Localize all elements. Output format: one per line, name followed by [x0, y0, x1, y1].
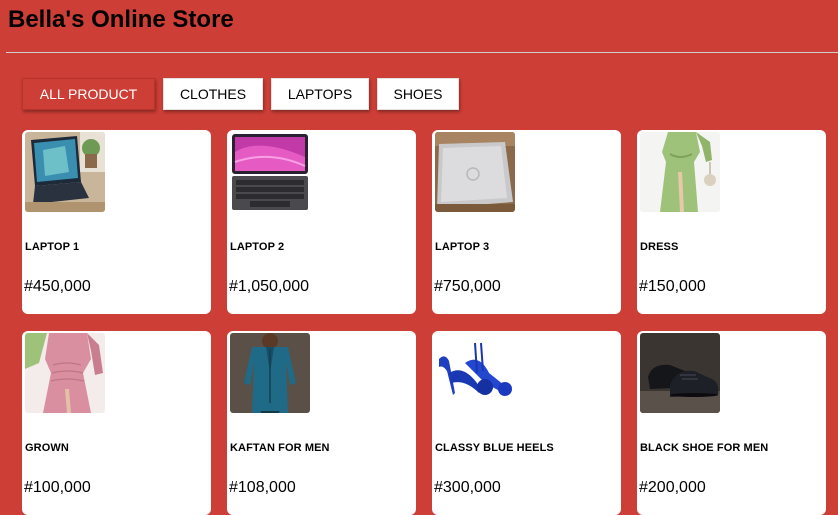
- tablet-laptop-photo-icon: [230, 132, 310, 212]
- product-card[interactable]: LAPTOP 2 #1,050,000: [227, 130, 416, 314]
- product-name: DRESS: [640, 241, 679, 253]
- green-dress-photo-icon: [640, 132, 720, 212]
- product-price: #150,000: [639, 278, 706, 295]
- header-divider: [6, 52, 838, 53]
- filter-laptops-button[interactable]: LAPTOPS: [271, 78, 369, 110]
- product-name: LAPTOP 1: [25, 241, 80, 253]
- product-name: LAPTOP 2: [230, 241, 285, 253]
- product-name: BLACK SHOE FOR MEN: [640, 442, 769, 454]
- product-card[interactable]: LAPTOP 1 #450,000: [22, 130, 211, 314]
- blue-heels-photo-icon: [435, 333, 515, 413]
- product-price: #108,000: [229, 479, 296, 496]
- product-price: #750,000: [434, 278, 501, 295]
- product-price: #200,000: [639, 479, 706, 496]
- filter-clothes-button[interactable]: CLOTHES: [163, 78, 263, 110]
- product-name: GROWN: [25, 442, 69, 454]
- product-price: #100,000: [24, 479, 91, 496]
- product-card[interactable]: KAFTAN FOR MEN #108,000: [227, 331, 416, 515]
- filter-shoes-button[interactable]: SHOES: [377, 78, 459, 110]
- filter-all-product-button[interactable]: ALL PRODUCT: [22, 78, 155, 110]
- pink-dress-photo-icon: [25, 333, 105, 413]
- product-card[interactable]: CLASSY BLUE HEELS #300,000: [432, 331, 621, 515]
- product-price: #1,050,000: [229, 278, 310, 295]
- product-card[interactable]: LAPTOP 3 #750,000: [432, 130, 621, 314]
- product-card[interactable]: BLACK SHOE FOR MEN #200,000: [637, 331, 826, 515]
- black-shoe-photo-icon: [640, 333, 720, 413]
- category-filter-bar: ALL PRODUCT CLOTHES LAPTOPS SHOES: [22, 78, 459, 110]
- product-price: #450,000: [24, 278, 91, 295]
- product-price: #300,000: [434, 479, 501, 496]
- laptop-photo-icon: [25, 132, 105, 212]
- kaftan-photo-icon: [230, 333, 310, 413]
- product-name: CLASSY BLUE HEELS: [435, 442, 554, 454]
- silver-laptop-photo-icon: [435, 132, 515, 212]
- product-card[interactable]: DRESS #150,000: [637, 130, 826, 314]
- page-title: Bella's Online Store: [8, 6, 234, 33]
- product-name: LAPTOP 3: [435, 241, 490, 253]
- product-card[interactable]: GROWN #100,000: [22, 331, 211, 515]
- product-name: KAFTAN FOR MEN: [230, 442, 330, 454]
